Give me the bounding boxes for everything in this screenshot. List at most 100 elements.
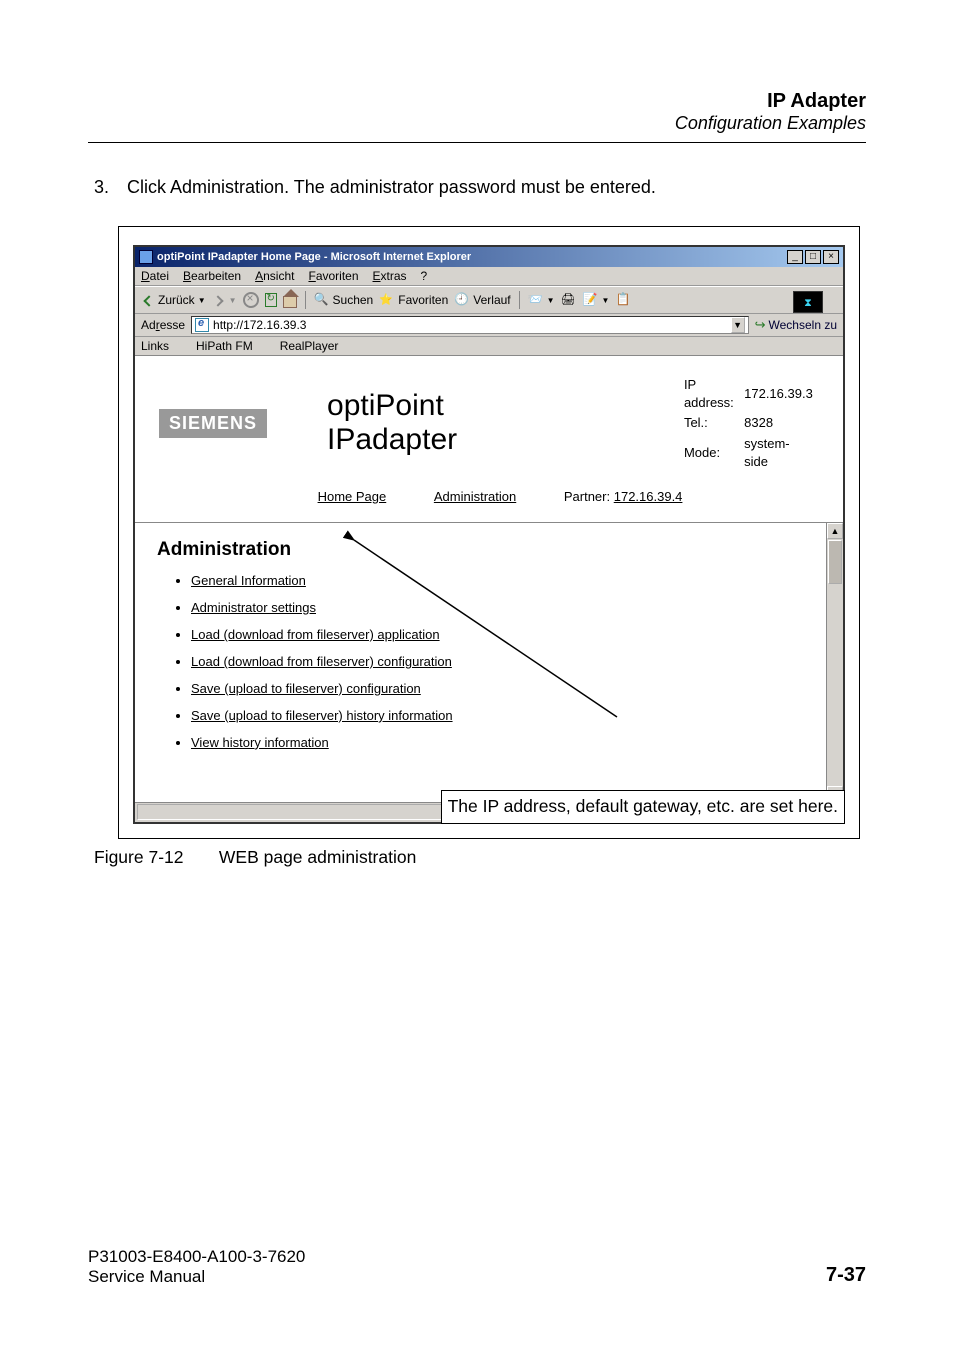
back-label: Zurück [158,293,195,307]
links-label: Links [141,339,169,353]
page-icon [263,339,277,353]
scroll-thumb[interactable] [828,540,842,584]
device-info: IP address:172.16.39.3 Tel.:8328 Mode:sy… [682,374,819,473]
ip-label: IP address: [684,376,742,412]
print-icon [561,292,577,308]
mode-value: system-side [744,435,817,471]
admin-link-list: General Information Administrator settin… [157,573,823,750]
forward-button[interactable]: ▼ [212,295,237,305]
doc-type: Service Manual [88,1267,826,1287]
close-button[interactable]: × [823,250,839,264]
admin-link-load-config: Load (download from fileserver) configur… [191,654,823,669]
header-rule [88,142,866,143]
address-label: Adresse [141,318,185,332]
window-titlebar: optiPoint IPadapter Home Page - Microsof… [135,247,843,267]
instruction-step: 3. Click Administration. The administrat… [94,177,866,198]
figure-caption-text: WEB page administration [219,847,416,867]
page-header: IP Adapter Configuration Examples [88,90,866,134]
search-label: Suchen [333,293,374,307]
forward-arrow-icon [212,295,223,306]
browser-window: optiPoint IPadapter Home Page - Microsof… [133,245,845,824]
discuss-icon [615,292,631,308]
history-icon [454,292,470,308]
search-icon [314,292,330,308]
refresh-icon [265,293,277,307]
menu-extras[interactable]: Extras [373,269,407,283]
search-button[interactable]: Suchen [314,292,374,308]
toolbar-separator [305,291,306,309]
admin-link-save-history: Save (upload to fileserver) history info… [191,708,823,723]
menu-datei[interactable]: Datei [141,269,169,283]
link-hipath[interactable]: HiPath FM [179,339,253,353]
admin-link-load-app: Load (download from fileserver) applicat… [191,627,823,642]
refresh-button[interactable] [265,293,277,307]
menu-bearbeiten[interactable]: Bearbeiten [183,269,241,283]
menu-help[interactable]: ? [421,269,428,283]
link-realplayer[interactable]: RealPlayer [263,339,339,353]
back-dropdown-icon: ▼ [198,296,206,305]
header-subtitle: Configuration Examples [88,113,866,134]
admin-link-general: General Information [191,573,823,588]
maximize-button[interactable]: □ [805,250,821,264]
favorites-button[interactable]: Favoriten [379,292,448,308]
mail-button[interactable]: ▼ [528,292,555,308]
admin-panel: Administration General Information Admin… [135,522,843,802]
menu-ansicht[interactable]: Ansicht [255,269,294,283]
link-realplayer-label: RealPlayer [280,339,339,353]
edit-icon [583,292,599,308]
forward-dropdown-icon: ▼ [229,296,237,305]
window-title: optiPoint IPadapter Home Page - Microsof… [157,251,787,263]
page-icon [142,805,156,819]
menu-favoriten[interactable]: Favoriten [308,269,358,283]
url-dropdown-icon[interactable]: ▼ [731,317,745,333]
partner-ip-link[interactable]: 172.16.39.4 [614,489,683,504]
figure-container: optiPoint IPadapter Home Page - Microsof… [118,226,860,839]
doc-id: P31003-E8400-A100-3-7620 [88,1247,826,1267]
tel-value: 8328 [744,414,817,432]
back-arrow-icon [143,295,154,306]
discuss-button[interactable] [615,292,631,308]
page-nav: Home Page Administration Partner: 172.16… [135,483,843,522]
links-bar: Links HiPath FM RealPlayer [135,337,843,356]
page-number: 7-37 [826,1264,866,1287]
mode-label: Mode: [684,435,742,471]
tel-label: Tel.: [684,414,742,432]
admin-link-settings: Administrator settings [191,600,823,615]
page-icon [195,318,209,332]
back-button[interactable]: Zurück ▼ [141,293,206,307]
browser-content: SIEMENS optiPoint IPadapter IP address:1… [135,356,843,802]
home-icon [283,296,297,308]
go-label: Wechseln zu [769,318,837,332]
header-title: IP Adapter [88,90,866,113]
go-button[interactable]: Wechseln zu [755,317,837,333]
mail-icon [528,292,544,308]
nav-administration[interactable]: Administration [434,489,516,504]
toolbar: Zurück ▼ ▼ Suchen Favoriten Verlauf ▼ ▼ [135,286,843,314]
scroll-up-icon[interactable]: ▲ [827,523,843,539]
annotation-callout: The IP address, default gateway, etc. ar… [441,790,845,824]
admin-heading: Administration [157,539,823,561]
minimize-button[interactable]: _ [787,250,803,264]
stop-icon [243,292,259,308]
url-text: http://172.16.39.3 [213,318,727,332]
figure-number: Figure 7-12 [94,847,214,868]
ie-logo-icon: ⧗ [793,291,823,313]
step-text: Click Administration. The administrator … [127,177,656,197]
menu-bar: Datei Bearbeiten Ansicht Favoriten Extra… [135,267,843,286]
link-hipath-label: HiPath FM [196,339,253,353]
toolbar-separator [519,291,520,309]
print-button[interactable] [561,292,577,308]
admin-link-view-history: View history information [191,735,823,750]
stop-button[interactable] [243,292,259,308]
home-button[interactable] [283,292,297,308]
nav-home[interactable]: Home Page [318,489,387,504]
ip-value: 172.16.39.3 [744,376,817,412]
history-button[interactable]: Verlauf [454,292,510,308]
history-label: Verlauf [473,293,510,307]
edit-button[interactable]: ▼ [583,292,610,308]
scrollbar[interactable]: ▲ ▼ [826,523,843,802]
page-footer: P31003-E8400-A100-3-7620 Service Manual … [88,1247,866,1287]
page-icon [179,339,193,353]
url-input[interactable]: http://172.16.39.3 ▼ [191,316,749,334]
admin-link-save-config: Save (upload to fileserver) configuratio… [191,681,823,696]
